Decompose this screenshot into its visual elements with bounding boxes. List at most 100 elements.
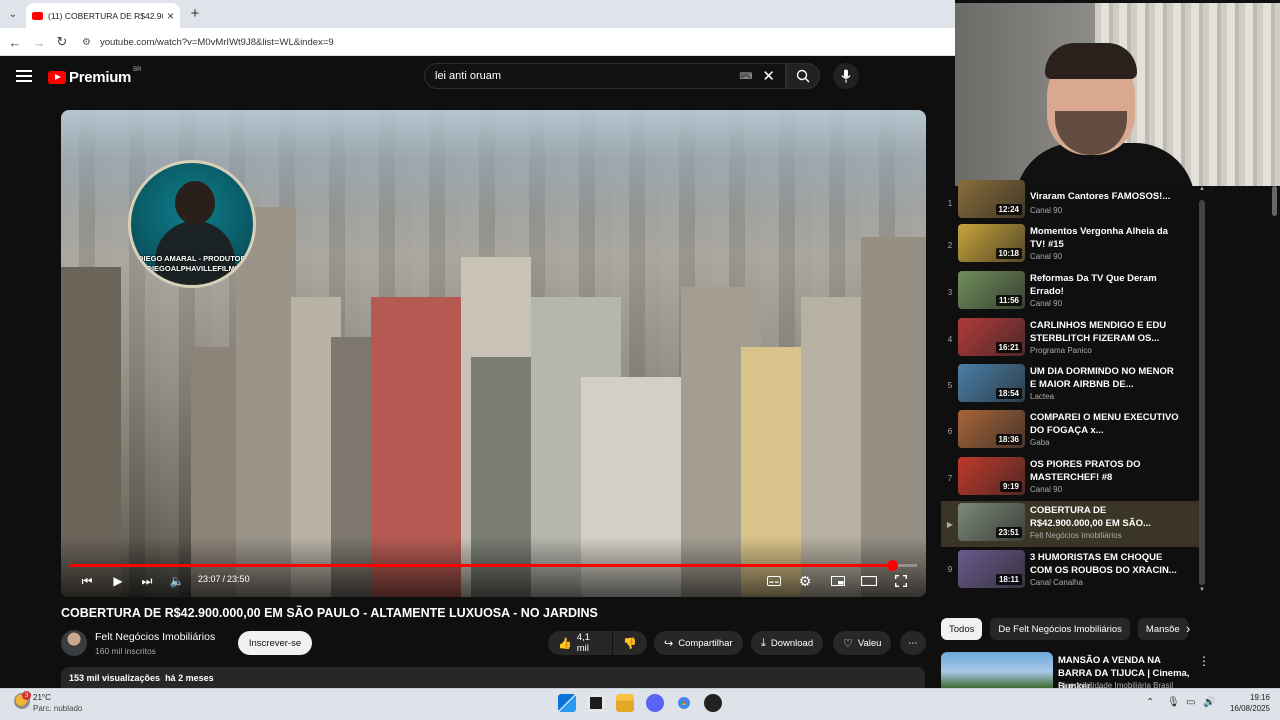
site-info-icon[interactable]: ⚙: [82, 37, 91, 48]
current-time: 23:07: [198, 574, 221, 584]
voice-search-button[interactable]: [833, 63, 859, 89]
playlist-item[interactable]: 1 12:24 Viraram Cantores FAMOSOS!... Canal …: [941, 180, 1199, 220]
obs-icon[interactable]: [704, 694, 722, 712]
playlist-item[interactable]: 5 18:54 UM DIA DORMINDO NO MENOR E MAIOR A…: [941, 362, 1199, 408]
playlist-item[interactable]: 3 11:56 Reformas Da TV Que Deram Errado! Ca…: [941, 269, 1199, 315]
search-input[interactable]: lei anti oruam ⌨ ✕: [424, 63, 786, 89]
playlist-scroll-down-icon[interactable]: ▼: [1199, 587, 1205, 593]
playlist-item-thumbnail[interactable]: 18:54: [958, 364, 1025, 402]
playlist-item-title[interactable]: Reformas Da TV Que Deram Errado!: [1030, 272, 1180, 298]
keyboard-icon[interactable]: ⌨: [739, 71, 752, 82]
browser-tab[interactable]: (11) COBERTURA DE R$42.900.0 ×: [26, 3, 180, 28]
like-button[interactable]: 👍 4,1 mil: [548, 631, 612, 655]
task-view-icon[interactable]: [587, 694, 605, 712]
playlist-item-thumbnail[interactable]: 16:21: [958, 318, 1025, 356]
volume-icon[interactable]: 🔈: [169, 572, 185, 590]
playlist-item[interactable]: 9 18:11 3 HUMORISTAS EM CHOQUE COM OS ROUB…: [941, 548, 1199, 590]
clear-search-icon[interactable]: ✕: [762, 67, 775, 85]
playlist-scrollbar[interactable]: [1199, 200, 1205, 585]
channel-avatar[interactable]: [61, 630, 87, 656]
subtitles-icon[interactable]: [765, 572, 783, 590]
webcam-overlay: [955, 3, 1280, 186]
page-scrollbar[interactable]: [1272, 186, 1277, 216]
time-separator: /: [222, 574, 226, 584]
more-horizontal-icon: ⋯: [908, 637, 918, 649]
channel-name[interactable]: Felt Negócios Imobiliários: [95, 631, 215, 643]
youtube-premium-logo[interactable]: Premium BR: [48, 67, 141, 86]
playlist-item-title[interactable]: COBERTURA DE R$42.900.000,00 EM SÃO...: [1030, 504, 1180, 530]
playlist-item-thumbnail[interactable]: 10:18: [958, 224, 1025, 262]
playlist-item-channel: Lactea: [1030, 392, 1055, 401]
search-button[interactable]: [786, 63, 820, 89]
previous-video-icon[interactable]: ⏮: [79, 572, 95, 590]
playlist-item[interactable]: 4 16:21 CARLINHOS MENDIGO E EDU STERBLITCH…: [941, 316, 1199, 362]
back-arrow-icon[interactable]: ←: [6, 33, 24, 51]
playlist-item-channel: Felt Negócios Imobiliários: [1030, 531, 1122, 540]
thanks-button[interactable]: ♡ Valeu: [833, 631, 892, 655]
playlist-item-title[interactable]: CARLINHOS MENDIGO E EDU STERBLITCH FIZER…: [1030, 319, 1180, 345]
tray-microphone-icon[interactable]: 🎙: [1167, 697, 1180, 708]
related-filter-chips: Todos De Felt Negócios Imobiliários Mans…: [941, 618, 1196, 640]
playlist-item-thumbnail[interactable]: 18:36: [958, 410, 1025, 448]
download-label: Download: [770, 637, 814, 649]
settings-gear-icon[interactable]: ⚙: [796, 572, 814, 590]
playlist-scroll-up-icon[interactable]: ▲: [1199, 186, 1205, 192]
clock-time[interactable]: 19:16: [1220, 693, 1270, 702]
url-field[interactable]: ⚙ youtube.com/watch?v=M0vMrIWt9J8&list=W…: [82, 32, 952, 52]
tab-close-icon[interactable]: ×: [167, 9, 174, 23]
forward-arrow-icon[interactable]: →: [30, 33, 48, 51]
playlist-item-title[interactable]: 3 HUMORISTAS EM CHOQUE COM OS ROUBOS DO …: [1030, 551, 1180, 577]
playlist-item-duration: 18:11: [995, 574, 1022, 585]
weather-temperature[interactable]: 21°C: [33, 693, 51, 702]
view-count: 153 mil visualizações: [69, 673, 161, 683]
play-icon[interactable]: ▶: [110, 572, 126, 590]
hamburger-menu-icon[interactable]: [16, 67, 32, 83]
playlist-item-title[interactable]: Momentos Vergonha Alheia da TV! #15: [1030, 225, 1180, 251]
playlist-item[interactable]: 2 10:18 Momentos Vergonha Alheia da TV! #1…: [941, 222, 1199, 268]
youtube-play-logo-icon: [48, 70, 66, 84]
playlist-item-duration: 9:19: [999, 481, 1022, 492]
playlist-item-thumbnail[interactable]: 9:19: [958, 457, 1025, 495]
share-arrow-icon: ↪: [664, 637, 674, 650]
playlist-item-title[interactable]: OS PIORES PRATOS DO MASTERCHEF! #8: [1030, 458, 1180, 484]
theater-mode-icon[interactable]: [860, 572, 878, 590]
dislike-button[interactable]: 👎: [613, 631, 647, 655]
chip-from-channel[interactable]: De Felt Negócios Imobiliários: [990, 618, 1130, 640]
subscribe-button[interactable]: Inscrever-se: [238, 631, 312, 655]
tray-expand-chevron-icon[interactable]: ⌃: [1146, 697, 1154, 708]
weather-description[interactable]: Parc. nublado: [33, 704, 82, 713]
recommendation-thumbnail[interactable]: [941, 652, 1053, 688]
download-button[interactable]: ⤓ Download: [751, 631, 824, 655]
description-box[interactable]: 153 mil visualizações há 2 meses: [61, 667, 925, 689]
discord-icon[interactable]: [646, 694, 664, 712]
playlist-item-thumbnail[interactable]: 11:56: [958, 271, 1025, 309]
playlist-item-thumbnail[interactable]: 23:51: [958, 503, 1025, 541]
playlist-item[interactable]: ▶ 23:51 COBERTURA DE R$42.900.000,00 EM SÃ…: [941, 501, 1199, 547]
playlist-item-thumbnail[interactable]: 18:11: [958, 550, 1025, 588]
playlist-item[interactable]: 7 9:19 OS PIORES PRATOS DO MASTERCHEF! #8 C…: [941, 455, 1199, 501]
more-vertical-icon[interactable]: ⋮: [1198, 654, 1210, 668]
file-explorer-icon[interactable]: [616, 694, 634, 712]
playlist-item-title[interactable]: Viraram Cantores FAMOSOS!...: [1030, 190, 1180, 203]
speaker-icon[interactable]: 🔊: [1203, 697, 1215, 708]
network-icon[interactable]: ▭: [1186, 697, 1195, 708]
chrome-icon[interactable]: [675, 694, 693, 712]
clock-date[interactable]: 16/08/2025: [1220, 704, 1270, 713]
windows-start-icon[interactable]: [558, 694, 576, 712]
chip-all[interactable]: Todos: [941, 618, 983, 640]
new-tab-button[interactable]: +: [186, 4, 204, 22]
miniplayer-icon[interactable]: [829, 572, 847, 590]
chevron-right-icon[interactable]: ›: [1186, 621, 1190, 636]
playlist-item-title[interactable]: COMPAREI O MENU EXECUTIVO DO FOGAÇA x...: [1030, 411, 1180, 437]
progress-scrubber-handle[interactable]: [887, 560, 898, 571]
more-actions-button[interactable]: ⋯: [900, 631, 926, 655]
next-video-icon[interactable]: ⏭: [139, 572, 155, 590]
chip-mansions[interactable]: Mansõe: [1137, 618, 1188, 640]
playlist-item-thumbnail[interactable]: 12:24: [958, 180, 1025, 218]
fullscreen-icon[interactable]: [892, 572, 910, 590]
reload-icon[interactable]: ↻: [53, 33, 71, 51]
playlist-item-title[interactable]: UM DIA DORMINDO NO MENOR E MAIOR AIRBNB …: [1030, 365, 1180, 391]
tab-list-chevron-icon[interactable]: ⌄: [4, 5, 22, 23]
share-button[interactable]: ↪ Compartilhar: [654, 631, 743, 655]
playlist-item[interactable]: 6 18:36 COMPAREI O MENU EXECUTIVO DO FOGAÇ…: [941, 408, 1199, 454]
